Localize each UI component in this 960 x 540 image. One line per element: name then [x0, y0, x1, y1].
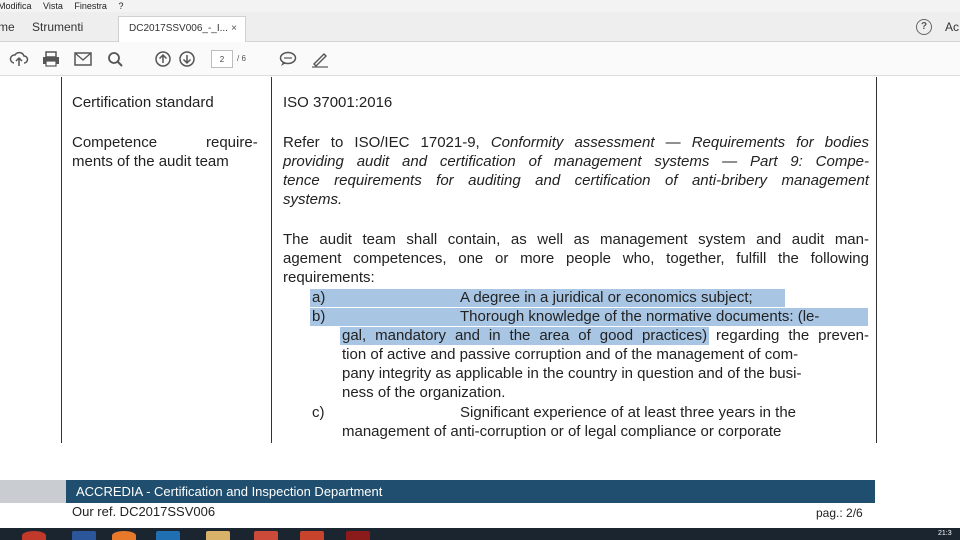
- outlook-taskbar-icon[interactable]: [156, 531, 180, 540]
- footer-reference: Our ref. DC2017SSV006: [72, 504, 216, 519]
- menu-help[interactable]: ?: [118, 0, 123, 12]
- list-item-c: Significant experience of at least three…: [460, 404, 797, 421]
- tab-tools[interactable]: Strumenti: [32, 12, 83, 42]
- help-icon[interactable]: ?: [916, 19, 932, 35]
- highlighted-text: gal, mandatory and in the area of good p…: [342, 327, 708, 344]
- reference-line: systems.: [283, 191, 343, 208]
- email-icon[interactable]: [73, 50, 93, 68]
- app-taskbar-icon[interactable]: [254, 531, 278, 540]
- menu-modifica[interactable]: Modifica: [0, 0, 32, 12]
- reference-title: Conformity assessment — Requirements for…: [490, 134, 869, 151]
- list-item-b-line: ness of the organization.: [342, 384, 506, 401]
- explorer-taskbar-icon[interactable]: [206, 531, 230, 540]
- row-label-standard: Certification standard: [72, 94, 214, 111]
- taskbar: 21:3: [0, 528, 960, 540]
- standard-value: ISO 37001:2016: [283, 94, 393, 111]
- list-item-b-line: tion of active and passive corruption an…: [342, 346, 799, 363]
- paragraph-line: requirements:: [283, 269, 375, 286]
- list-item-a: A degree in a juridical or economics sub…: [460, 289, 753, 306]
- close-icon[interactable]: ×: [231, 17, 237, 41]
- reference-line: Refer to ISO/IEC 17021-9, Conformity ass…: [283, 134, 869, 152]
- taskbar-clock: 21:3: [938, 530, 952, 537]
- footer-department-band: ACCREDIA - Certification and Inspection …: [66, 480, 875, 503]
- footer-band-accent: [0, 480, 66, 503]
- upload-icon[interactable]: [9, 50, 29, 68]
- table-border-right: [876, 77, 877, 443]
- list-marker-a: a): [312, 289, 326, 306]
- tab-document[interactable]: DC2017SSV006_-_I... ×: [118, 16, 246, 42]
- paragraph-line: The audit team shall contain, as well as…: [283, 231, 869, 248]
- paragraph-line: agement competences, one or more people …: [283, 250, 869, 267]
- print-icon[interactable]: [41, 50, 61, 68]
- reference-text: Refer to ISO/IEC 17021-9,: [283, 134, 491, 151]
- page-number-input[interactable]: [211, 50, 233, 68]
- tab-home[interactable]: me: [0, 12, 15, 42]
- sign-icon[interactable]: [310, 50, 330, 68]
- list-item-b-line: gal, mandatory and in the area of good p…: [342, 327, 869, 345]
- list-item-b-text: regarding the preven-: [707, 327, 869, 344]
- document-tab-label: DC2017SSV006_-_I...: [129, 23, 228, 34]
- page-down-icon[interactable]: [177, 50, 197, 68]
- search-icon[interactable]: [105, 50, 125, 68]
- list-item-b-line: pany integrity as applicable in the coun…: [342, 365, 802, 382]
- document-viewport[interactable]: Certification standard Competence requir…: [0, 77, 960, 443]
- start-button-icon[interactable]: [22, 531, 46, 540]
- tab-bar: me Strumenti DC2017SSV006_-_I... × ? Ac: [0, 12, 960, 42]
- word-taskbar-icon[interactable]: [72, 531, 96, 540]
- list-marker-b: b): [312, 308, 326, 325]
- acrobat-taskbar-icon[interactable]: [346, 531, 370, 540]
- page-up-icon[interactable]: [153, 50, 173, 68]
- reference-line: providing audit and certification of man…: [283, 153, 869, 170]
- comment-icon[interactable]: [278, 50, 298, 68]
- row-label-competence-line2: ments of the audit team: [72, 153, 229, 170]
- list-item-c-line: management of anti-corruption or of lega…: [342, 423, 782, 440]
- list-item-b: Thorough knowledge of the normative docu…: [460, 308, 820, 325]
- toolbar: / 6: [0, 42, 960, 76]
- sign-in-button[interactable]: Ac: [945, 12, 959, 42]
- menu-vista[interactable]: Vista: [43, 0, 63, 12]
- page-gap: [0, 443, 960, 480]
- table-border-middle: [271, 77, 272, 443]
- menu-finestra[interactable]: Finestra: [74, 0, 107, 12]
- list-marker-c: c): [312, 404, 325, 421]
- footer-page-number: pag.: 2/6: [816, 506, 863, 520]
- row-label-competence: Competence: [72, 134, 158, 151]
- powerpoint-taskbar-icon[interactable]: [300, 531, 324, 540]
- firefox-taskbar-icon[interactable]: [112, 531, 136, 540]
- page-total: / 6: [237, 54, 246, 63]
- row-label-competence-cont: require-: [206, 134, 258, 151]
- table-border-left: [61, 77, 62, 443]
- menu-bar: Modifica Vista Finestra ?: [0, 0, 960, 12]
- reference-line: tence requirements for auditing and cert…: [283, 172, 869, 189]
